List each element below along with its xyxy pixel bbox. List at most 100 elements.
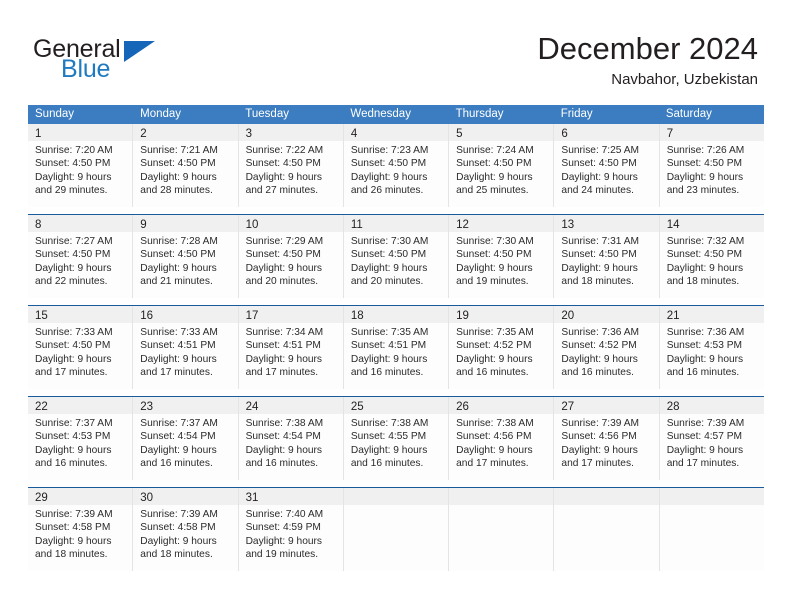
- sunrise-text: Sunrise: 7:25 AM: [561, 145, 639, 156]
- day-number-band: [343, 488, 449, 505]
- day-number: 19: [456, 310, 469, 322]
- day-number: 25: [350, 401, 364, 413]
- day-cell[interactable]: 3 Sunrise: 7:22 AM Sunset: 4:50 PM Daylight…: [238, 124, 344, 207]
- day-number-band: 7: [659, 124, 764, 141]
- day-number-band: 5: [449, 124, 554, 141]
- daylight-text-line1: Daylight: 9 hours: [350, 171, 428, 183]
- daylight-text-line1: Daylight: 9 hours: [561, 262, 638, 274]
- sunset-text: Sunset: 4:55 PM: [350, 431, 427, 443]
- day-cell[interactable]: 25 Sunrise: 7:38 AM Sunset: 4:55 PM Dayligh…: [343, 397, 450, 480]
- sunset-text: Sunset: 4:52 PM: [456, 340, 532, 352]
- sunset-text: Sunset: 4:50 PM: [561, 249, 637, 261]
- day-cell-empty: [343, 488, 450, 571]
- day-cell[interactable]: 13 Sunrise: 7:31 AM Sunset: 4:50 PM Dayligh…: [554, 215, 660, 298]
- sunset-text: Sunset: 4:50 PM: [245, 158, 321, 170]
- day-cell[interactable]: 2 Sunrise: 7:21 AM Sunset: 4:50 PM Daylight…: [133, 124, 239, 207]
- day-cell[interactable]: 28 Sunrise: 7:39 AM Sunset: 4:57 PM Dayligh…: [659, 397, 764, 480]
- day-cell-body: Sunrise: 7:40 AM Sunset: 4:59 PM Daylight:…: [239, 505, 343, 562]
- day-cell-body: Sunrise: 7:38 AM Sunset: 4:54 PM Daylight:…: [239, 414, 343, 471]
- sunrise-text: Sunrise: 7:32 AM: [666, 236, 745, 247]
- day-cell[interactable]: 6 Sunrise: 7:25 AM Sunset: 4:50 PM Daylight…: [554, 124, 660, 207]
- sunrise-text: Sunrise: 7:22 AM: [245, 145, 324, 156]
- general-blue-logo[interactable]: General Blue: [33, 36, 213, 86]
- daylight-text-line2: and 16 minutes.: [35, 458, 108, 470]
- day-cell-body: Sunrise: 7:35 AM Sunset: 4:52 PM Daylight:…: [449, 323, 553, 380]
- day-number-band: 1: [28, 124, 133, 141]
- day-number-band: 2: [133, 124, 238, 141]
- day-number-band: 11: [343, 215, 449, 232]
- daylight-text-line1: Daylight: 9 hours: [245, 262, 323, 274]
- daylight-text-line2: and 21 minutes.: [140, 276, 213, 288]
- day-cell[interactable]: 27 Sunrise: 7:39 AM Sunset: 4:56 PM Dayligh…: [554, 397, 660, 480]
- daylight-text-line1: Daylight: 9 hours: [456, 353, 533, 365]
- day-cell[interactable]: 15 Sunrise: 7:33 AM Sunset: 4:50 PM Dayligh…: [28, 306, 134, 389]
- day-number: 29: [35, 492, 48, 504]
- day-cell[interactable]: 23 Sunrise: 7:37 AM Sunset: 4:54 PM Dayligh…: [133, 397, 239, 480]
- day-number: 24: [245, 401, 259, 413]
- daylight-text-line1: Daylight: 9 hours: [245, 171, 323, 183]
- sunrise-text: Sunrise: 7:38 AM: [456, 418, 534, 429]
- day-cell[interactable]: 19 Sunrise: 7:35 AM Sunset: 4:52 PM Dayligh…: [449, 306, 555, 389]
- day-cell[interactable]: 29 Sunrise: 7:39 AM Sunset: 4:58 PM Dayligh…: [28, 488, 134, 571]
- day-cell[interactable]: 31 Sunrise: 7:40 AM Sunset: 4:59 PM Dayligh…: [238, 488, 344, 571]
- day-cell-body: Sunrise: 7:28 AM Sunset: 4:50 PM Daylight:…: [133, 232, 237, 289]
- daylight-text-line2: and 28 minutes.: [140, 185, 213, 197]
- day-number-band: 27: [554, 397, 659, 414]
- day-number-band: 22: [28, 397, 133, 414]
- day-cell[interactable]: 10 Sunrise: 7:29 AM Sunset: 4:50 PM Dayligh…: [238, 215, 344, 298]
- day-cell-body: Sunrise: 7:33 AM Sunset: 4:51 PM Daylight:…: [133, 323, 237, 380]
- day-cell[interactable]: 4 Sunrise: 7:23 AM Sunset: 4:50 PM Daylight…: [343, 124, 450, 207]
- daylight-text-line1: Daylight: 9 hours: [666, 171, 744, 183]
- daylight-text-line1: Daylight: 9 hours: [456, 171, 533, 183]
- day-cell-body: Sunrise: 7:38 AM Sunset: 4:56 PM Daylight:…: [449, 414, 553, 471]
- day-cell-body: Sunrise: 7:37 AM Sunset: 4:53 PM Daylight:…: [28, 414, 132, 471]
- daylight-text-line2: and 18 minutes.: [35, 549, 108, 561]
- daylight-text-line1: Daylight: 9 hours: [140, 171, 217, 183]
- daylight-text-line1: Daylight: 9 hours: [350, 353, 428, 365]
- daylight-text-line2: and 16 minutes.: [350, 458, 424, 470]
- daylight-text-line1: Daylight: 9 hours: [35, 535, 112, 547]
- daylight-text-line2: and 24 minutes.: [561, 185, 634, 197]
- calendar-week-inner: 29 Sunrise: 7:39 AM Sunset: 4:58 PM Dayligh…: [28, 488, 764, 571]
- day-number-band: 12: [449, 215, 554, 232]
- day-cell[interactable]: 14 Sunrise: 7:32 AM Sunset: 4:50 PM Dayligh…: [659, 215, 764, 298]
- day-cell-body: Sunrise: 7:36 AM Sunset: 4:53 PM Daylight:…: [660, 323, 764, 380]
- sunrise-text: Sunrise: 7:31 AM: [561, 236, 639, 247]
- logo-text-blue: Blue: [61, 55, 111, 83]
- day-cell-body: Sunrise: 7:20 AM Sunset: 4:50 PM Daylight:…: [28, 141, 132, 198]
- day-cell[interactable]: 1 Sunrise: 7:20 AM Sunset: 4:50 PM Daylight…: [28, 124, 134, 207]
- calendar-week-row: 29 Sunrise: 7:39 AM Sunset: 4:58 PM Dayligh…: [28, 487, 764, 571]
- day-cell[interactable]: 26 Sunrise: 7:38 AM Sunset: 4:56 PM Dayligh…: [449, 397, 555, 480]
- day-cell[interactable]: 21 Sunrise: 7:36 AM Sunset: 4:53 PM Dayligh…: [659, 306, 764, 389]
- day-cell[interactable]: 20 Sunrise: 7:36 AM Sunset: 4:52 PM Dayligh…: [554, 306, 660, 389]
- day-cell[interactable]: 30 Sunrise: 7:39 AM Sunset: 4:58 PM Dayligh…: [133, 488, 239, 571]
- sunrise-text: Sunrise: 7:20 AM: [35, 145, 113, 156]
- day-cell[interactable]: 17 Sunrise: 7:34 AM Sunset: 4:51 PM Dayligh…: [238, 306, 344, 389]
- day-cell[interactable]: 5 Sunrise: 7:24 AM Sunset: 4:50 PM Daylight…: [449, 124, 555, 207]
- day-number: 17: [245, 310, 259, 322]
- day-cell[interactable]: 7 Sunrise: 7:26 AM Sunset: 4:50 PM Daylight…: [659, 124, 764, 207]
- day-cell[interactable]: 18 Sunrise: 7:35 AM Sunset: 4:51 PM Dayligh…: [343, 306, 450, 389]
- daylight-text-line2: and 18 minutes.: [666, 276, 740, 288]
- day-number: 28: [666, 401, 680, 413]
- day-cell[interactable]: 22 Sunrise: 7:37 AM Sunset: 4:53 PM Dayligh…: [28, 397, 134, 480]
- day-cell[interactable]: 16 Sunrise: 7:33 AM Sunset: 4:51 PM Dayligh…: [133, 306, 239, 389]
- sunrise-text: Sunrise: 7:23 AM: [350, 145, 429, 156]
- sunset-text: Sunset: 4:50 PM: [350, 158, 427, 170]
- day-cell[interactable]: 12 Sunrise: 7:30 AM Sunset: 4:50 PM Dayligh…: [449, 215, 555, 298]
- daylight-text-line1: Daylight: 9 hours: [35, 353, 112, 365]
- day-cell[interactable]: 24 Sunrise: 7:38 AM Sunset: 4:54 PM Dayligh…: [238, 397, 344, 480]
- day-cell[interactable]: 11 Sunrise: 7:30 AM Sunset: 4:50 PM Dayligh…: [343, 215, 450, 298]
- daylight-text-line2: and 17 minutes.: [666, 458, 740, 470]
- day-cell-empty: [659, 488, 764, 571]
- sunrise-text: Sunrise: 7:30 AM: [350, 236, 429, 247]
- sunset-text: Sunset: 4:58 PM: [35, 522, 111, 534]
- daylight-text-line2: and 16 minutes.: [561, 367, 634, 379]
- day-cell-body: Sunrise: 7:39 AM Sunset: 4:58 PM Daylight:…: [133, 505, 237, 562]
- day-cell[interactable]: 9 Sunrise: 7:28 AM Sunset: 4:50 PM Daylight…: [133, 215, 239, 298]
- day-cell[interactable]: 8 Sunrise: 7:27 AM Sunset: 4:50 PM Daylight…: [28, 215, 134, 298]
- sunrise-text: Sunrise: 7:33 AM: [140, 327, 218, 338]
- sunrise-text: Sunrise: 7:24 AM: [456, 145, 534, 156]
- calendar-week-row: 15 Sunrise: 7:33 AM Sunset: 4:50 PM Dayligh…: [28, 305, 764, 389]
- day-number-band: 10: [238, 215, 343, 232]
